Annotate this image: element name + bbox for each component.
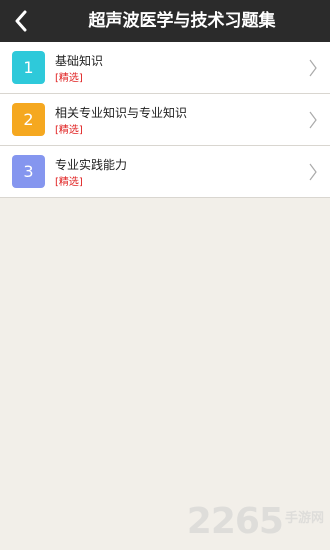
back-button[interactable] bbox=[6, 5, 36, 37]
item-tag: [精选] bbox=[55, 177, 83, 188]
list-item[interactable]: 3 专业实践能力 [精选] bbox=[0, 146, 330, 198]
top-bar: 超声波医学与技术习题集 bbox=[0, 0, 330, 42]
chevron-right-icon bbox=[309, 59, 317, 77]
chevron-left-icon bbox=[15, 10, 27, 32]
chapter-list: 1 基础知识 [精选] 2 相关专业知识与专业知识 [精选] 3 专业实践能力 … bbox=[0, 42, 330, 198]
item-tag: [精选] bbox=[55, 73, 83, 84]
item-title: 基础知识 bbox=[55, 54, 104, 68]
number-badge: 3 bbox=[12, 155, 45, 188]
chevron-right-icon bbox=[309, 163, 317, 181]
list-item[interactable]: 2 相关专业知识与专业知识 [精选] bbox=[0, 94, 330, 146]
number-badge: 2 bbox=[12, 103, 45, 136]
watermark-text: 手游网 bbox=[284, 511, 324, 526]
list-item[interactable]: 1 基础知识 [精选] bbox=[0, 42, 330, 94]
item-title: 专业实践能力 bbox=[55, 158, 128, 172]
page-title: 超声波医学与技术习题集 bbox=[88, 11, 276, 31]
watermark-logo: 2265 手游网 bbox=[187, 504, 324, 540]
chevron-right-icon bbox=[309, 111, 317, 129]
item-title: 相关专业知识与专业知识 bbox=[55, 106, 188, 120]
watermark-digits: 2265 bbox=[186, 501, 284, 542]
number-badge: 1 bbox=[12, 51, 45, 84]
item-tag: [精选] bbox=[55, 125, 83, 136]
